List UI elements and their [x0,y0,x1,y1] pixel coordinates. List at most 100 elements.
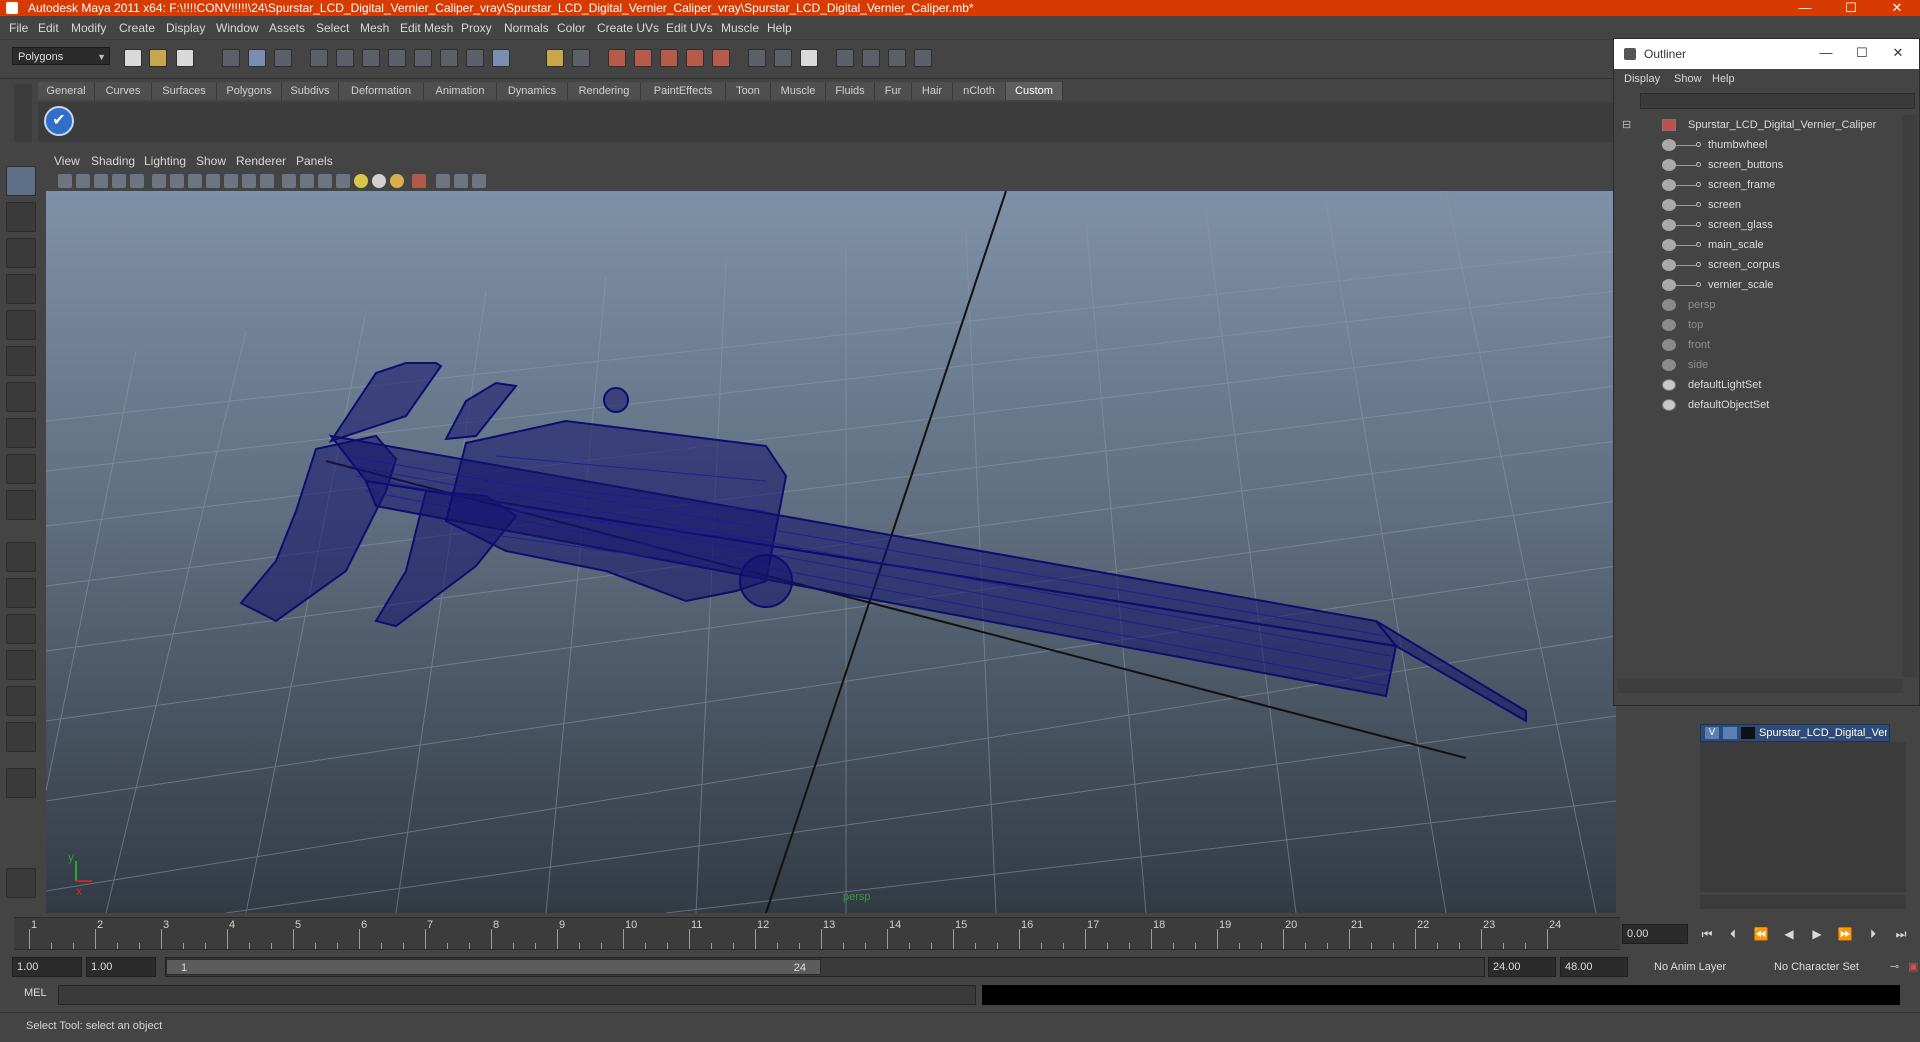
step-back-key-icon[interactable]: ⏪ [1752,926,1770,942]
menu-window[interactable]: Window [216,17,259,39]
outliner-menu-display[interactable]: Display [1624,69,1660,89]
safe-title-icon[interactable] [260,174,274,188]
lock-selection-icon[interactable] [546,49,564,67]
grease-pencil-icon[interactable] [130,174,144,188]
menu-edit-mesh[interactable]: Edit Mesh [400,17,453,39]
custom-layout-icon[interactable] [6,722,36,752]
shelf-handle[interactable] [14,84,32,142]
backface-culling-icon[interactable] [472,174,486,188]
isolate-select-icon[interactable] [412,174,426,188]
wireframe-on-shaded-icon[interactable] [318,174,332,188]
last-tool-icon[interactable] [6,490,36,520]
outliner-horizontal-scrollbar[interactable] [1618,679,1902,693]
tab-general[interactable]: General [38,82,95,100]
current-time-field[interactable]: 0.00 [1622,924,1688,944]
outliner-root-item[interactable]: ⊟ Spurstar_LCD_Digital_Vernier_Caliper [1618,115,1902,135]
smooth-shading-icon[interactable] [300,174,314,188]
snap-to-point-icon[interactable] [660,49,678,67]
layer-visibility-toggle[interactable]: V [1705,727,1719,739]
move-tool-icon[interactable] [6,274,36,304]
lasso-tool-icon[interactable] [6,202,36,232]
select-by-object-icon[interactable] [248,49,266,67]
outliner-child-item[interactable]: screen_buttons [1618,155,1902,175]
tab-fur[interactable]: Fur [875,82,912,100]
film-gate-icon[interactable] [170,174,184,188]
outliner-camera-item[interactable]: persp [1618,295,1902,315]
anim-layer-dropdown[interactable]: No Anim Layer [1648,957,1752,977]
textured-icon[interactable] [336,174,350,188]
layer-playback-toggle[interactable] [1723,727,1737,739]
outliner-filter-input[interactable] [1640,93,1915,109]
panel-menu-renderer[interactable]: Renderer [236,151,286,171]
tab-dynamics[interactable]: Dynamics [497,82,568,100]
collapse-icon[interactable]: ⊟ [1622,115,1631,135]
menu-select[interactable]: Select [316,17,349,39]
selection-mask-icon[interactable] [310,49,328,67]
play-backwards-icon[interactable]: ◀ [1780,926,1798,942]
safe-action-icon[interactable] [242,174,256,188]
snap-to-grid-icon[interactable] [608,49,626,67]
hypershade-persp-layout-icon[interactable] [6,686,36,716]
character-set-dropdown[interactable]: No Character Set [1768,957,1882,977]
construction-history-icon[interactable] [800,49,818,67]
shadows-icon[interactable] [390,174,404,188]
show-manipulator-icon[interactable] [6,454,36,484]
tab-muscle[interactable]: Muscle [771,82,826,100]
playback-start-field[interactable]: 1.00 [86,957,156,977]
tab-polygons[interactable]: Polygons [217,82,282,100]
layout-options-icon[interactable] [6,768,36,798]
outliner-child-item[interactable]: screen_glass [1618,215,1902,235]
animation-start-field[interactable]: 1.00 [12,957,82,977]
minimize-button[interactable]: — [1782,0,1828,16]
wireframe-shading-icon[interactable] [282,174,296,188]
select-curves-icon[interactable] [388,49,406,67]
use-all-lights-icon[interactable] [372,174,386,188]
maximize-button[interactable]: ☐ [1828,0,1874,16]
select-misc-icon[interactable] [492,49,510,67]
play-forwards-icon[interactable]: ▶ [1808,926,1826,942]
select-by-hierarchy-icon[interactable] [222,49,240,67]
outliner-child-item[interactable]: main_scale [1618,235,1902,255]
select-handles-icon[interactable] [336,49,354,67]
gate-mask-icon[interactable] [206,174,220,188]
snap-to-plane-icon[interactable] [686,49,704,67]
outliner-persp-layout-icon[interactable] [6,614,36,644]
soft-modification-icon[interactable] [6,418,36,448]
grid-toggle-icon[interactable] [152,174,166,188]
outliner-minimize-button[interactable]: — [1808,45,1844,60]
tab-hair[interactable]: Hair [912,82,953,100]
menu-create-uvs[interactable]: Create UVs [597,17,659,39]
animation-end-field[interactable]: 48.00 [1560,957,1628,977]
open-scene-icon[interactable] [149,49,167,67]
outliner-set-item[interactable]: defaultObjectSet [1618,395,1902,415]
menu-modify[interactable]: Modify [71,17,106,39]
outliner-maximize-button[interactable]: ☐ [1844,45,1880,61]
camera-select-icon[interactable] [58,174,72,188]
step-forward-key-icon[interactable]: ⏩ [1836,926,1854,942]
highlight-selection-icon[interactable] [572,49,590,67]
display-layer-row[interactable]: V Spurstar_LCD_Digital_Ver [1700,724,1890,742]
tab-curves[interactable]: Curves [95,82,152,100]
panel-menu-lighting[interactable]: Lighting [144,151,186,171]
tab-painteffects[interactable]: PaintEffects [641,82,726,100]
perspective-viewport[interactable]: y x [46,191,1616,913]
outliner-set-item[interactable]: defaultLightSet [1618,375,1902,395]
select-tool-icon[interactable] [6,166,36,196]
go-to-end-icon[interactable]: ⏭ [1892,926,1910,942]
menu-edit-uvs[interactable]: Edit UVs [666,17,713,39]
input-history-icon[interactable] [748,49,766,67]
command-language-label[interactable]: MEL [24,987,47,999]
menu-file[interactable]: File [9,17,28,39]
snap-to-curve-icon[interactable] [634,49,652,67]
use-default-light-icon[interactable] [354,174,368,188]
menu-set-dropdown[interactable]: Polygons ▼ [12,47,110,65]
ipr-render-icon[interactable] [888,49,906,67]
image-plane-icon[interactable] [112,174,126,188]
select-dynamics-icon[interactable] [466,49,484,67]
layer-color-swatch[interactable] [1741,727,1755,739]
paint-select-tool-icon[interactable] [6,238,36,268]
render-view-icon[interactable] [836,49,854,67]
menu-mesh[interactable]: Mesh [360,17,389,39]
output-history-icon[interactable] [774,49,792,67]
command-input[interactable] [58,985,976,1005]
